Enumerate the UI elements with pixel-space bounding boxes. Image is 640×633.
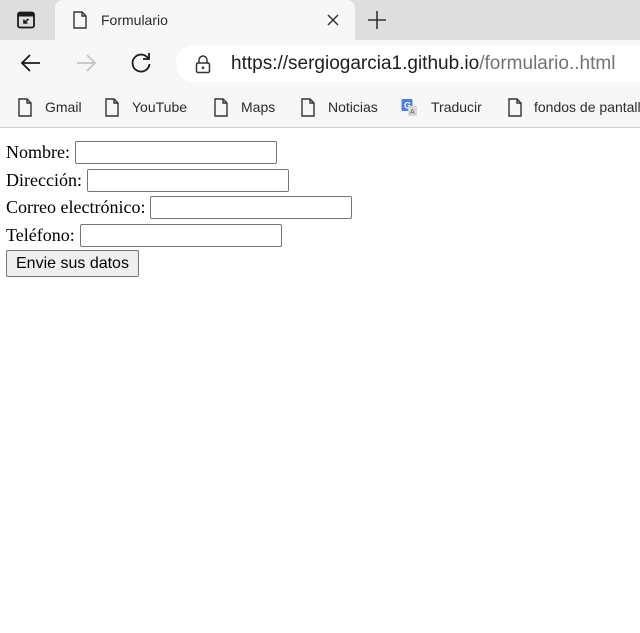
url-domain: https://sergiogarcia1.github.io — [231, 53, 480, 74]
form-row-correo: Correo electrónico: — [6, 194, 353, 222]
tab-actions-button[interactable] — [14, 10, 38, 30]
form-row-telefono: Teléfono: — [6, 222, 352, 250]
correo-label: Correo electrónico: — [6, 197, 146, 218]
translate-icon: G A — [401, 98, 417, 116]
bookmark-label: Traducir — [431, 99, 482, 115]
tab-formulario[interactable]: Formulario — [55, 0, 355, 40]
url-text: https://sergiogarcia1.github.io/formular… — [231, 53, 615, 75]
bookmark-fondos[interactable]: fondos de pantalla — [507, 87, 640, 127]
bookmark-noticias[interactable]: Noticias — [300, 87, 378, 127]
tab-strip: Formulario — [0, 0, 640, 40]
page-icon — [18, 97, 32, 117]
new-tab-icon[interactable] — [366, 9, 388, 31]
reload-icon[interactable] — [128, 50, 154, 76]
bookmark-gmail[interactable]: Gmail — [17, 87, 82, 127]
page-content: Nombre: Dirección: Correo electrónico: T… — [0, 128, 640, 633]
bookmark-label: Maps — [241, 99, 276, 115]
close-icon[interactable] — [325, 12, 341, 28]
page-icon — [301, 97, 315, 117]
bookmark-label: Gmail — [45, 99, 82, 115]
nombre-label: Nombre: — [6, 142, 70, 163]
direccion-input[interactable] — [86, 168, 289, 192]
nombre-input[interactable] — [74, 141, 277, 165]
direccion-label: Dirección: — [6, 169, 82, 190]
page-icon — [105, 97, 119, 117]
bookmark-traducir[interactable]: G A Traducir — [401, 87, 482, 127]
svg-text:A: A — [410, 109, 415, 116]
url-path: /formulario..html — [479, 53, 616, 74]
form-row-nombre: Nombre: — [6, 139, 352, 167]
page-icon — [508, 97, 522, 117]
page-icon — [214, 97, 228, 117]
browser-window: Formulario https://sergiogarcia1.github.… — [0, 0, 640, 633]
address-bar[interactable]: https://sergiogarcia1.github.io/formular… — [176, 45, 640, 82]
toolbar: https://sergiogarcia1.github.io/formular… — [0, 40, 640, 87]
forward-arrow-icon[interactable] — [73, 50, 99, 76]
telefono-label: Teléfono: — [6, 224, 75, 245]
tab-title: Formulario — [101, 12, 168, 28]
bookmark-label: YouTube — [132, 99, 188, 115]
contact-form: Nombre: Dirección: Correo electrónico: T… — [6, 139, 353, 277]
bookmark-maps[interactable]: Maps — [213, 87, 275, 127]
bookmark-label: fondos de pantalla — [534, 99, 640, 115]
telefono-input[interactable] — [79, 223, 282, 247]
bookmark-youtube[interactable]: YouTube — [104, 87, 187, 127]
submit-button[interactable]: Envie sus datos — [6, 250, 139, 277]
lock-icon[interactable] — [194, 54, 212, 74]
tab-actions-icon — [17, 11, 35, 29]
bookmark-label: Noticias — [328, 99, 378, 115]
correo-input[interactable] — [150, 196, 353, 220]
bookmarks-bar: Gmail YouTube Maps Noticias G A Traducir… — [0, 87, 640, 128]
form-row-direccion: Dirección: — [6, 167, 352, 195]
page-icon — [73, 11, 87, 29]
back-arrow-icon[interactable] — [18, 50, 44, 76]
